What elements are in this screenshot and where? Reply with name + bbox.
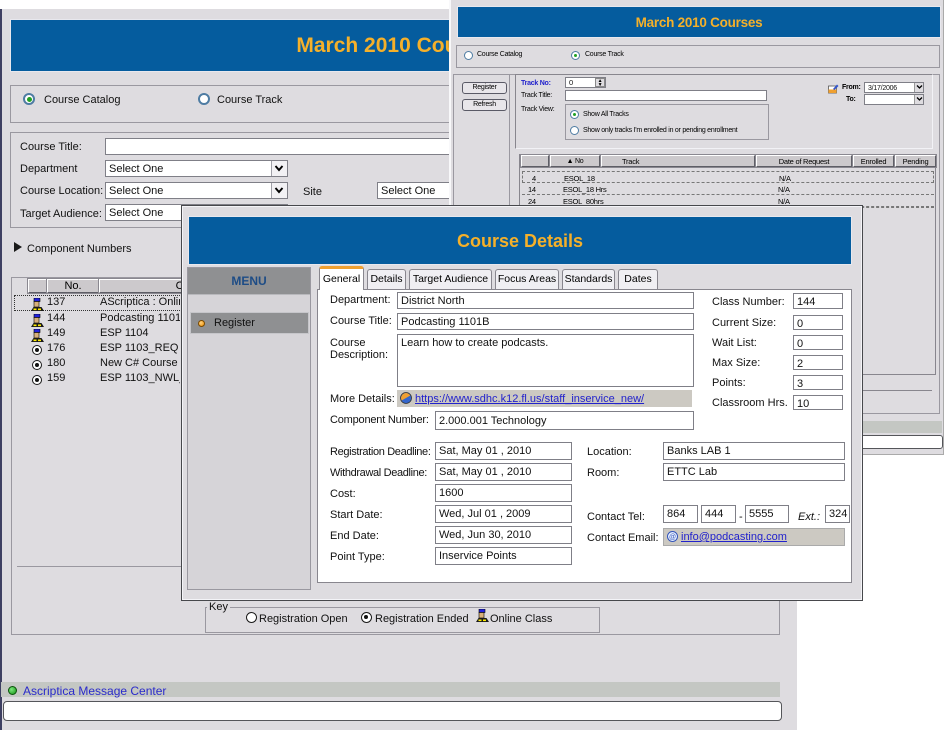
svg-text:@: @ <box>669 534 676 541</box>
